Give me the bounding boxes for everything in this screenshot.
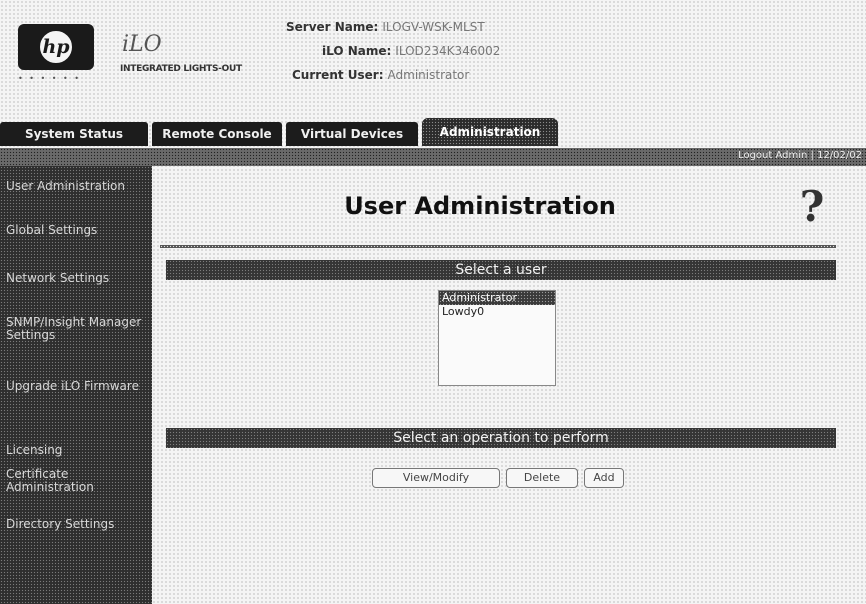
current-user-line: Current User: Administrator <box>292 68 469 82</box>
sidebar: User Administration Global Settings Netw… <box>0 166 152 604</box>
tab-administration[interactable]: Administration <box>422 118 558 146</box>
ilo-name-label: iLO Name: <box>322 44 392 58</box>
sidebar-item-snmp-settings[interactable]: SNMP/Insight Manager Settings <box>6 316 150 342</box>
sidebar-item-certificate-administration[interactable]: Certificate Administration <box>6 468 150 494</box>
delete-button[interactable]: Delete <box>506 468 578 488</box>
main-tabs: System Status Remote Console Virtual Dev… <box>0 118 866 150</box>
sidebar-item-global-settings[interactable]: Global Settings <box>6 224 150 237</box>
header: hp • • • • • • iLO INTEGRATED LIGHTS-OUT… <box>0 0 866 118</box>
tab-strip <box>0 148 866 166</box>
tab-remote-console[interactable]: Remote Console <box>152 122 282 146</box>
server-name-value: ILOGV-WSK-MLST <box>382 20 485 34</box>
current-user-value: Administrator <box>387 68 470 82</box>
view-modify-button[interactable]: View/Modify <box>372 468 500 488</box>
tab-system-status[interactable]: System Status <box>0 122 148 146</box>
ilo-logo: iLO <box>122 32 162 57</box>
sidebar-item-network-settings[interactable]: Network Settings <box>6 272 150 285</box>
ilo-name-line: iLO Name: ILOD234K346002 <box>322 44 500 58</box>
main-content: User Administration ? Select a user Admi… <box>160 166 866 604</box>
hp-logo-dots: • • • • • • <box>18 74 82 83</box>
server-name-line: Server Name: ILOGV-WSK-MLST <box>286 20 485 34</box>
current-user-label: Current User: <box>292 68 384 82</box>
sidebar-item-upgrade-firmware[interactable]: Upgrade iLO Firmware <box>6 380 150 393</box>
sidebar-item-user-administration[interactable]: User Administration <box>6 180 150 193</box>
user-listbox[interactable]: Administrator Lowdy0 <box>438 290 556 386</box>
server-name-label: Server Name: <box>286 20 379 34</box>
logout-link[interactable]: Logout Admin | 12/02/02 <box>738 150 862 161</box>
user-list-item[interactable]: Lowdy0 <box>439 305 555 319</box>
select-operation-header: Select an operation to perform <box>166 428 836 448</box>
tab-virtual-devices[interactable]: Virtual Devices <box>286 122 418 146</box>
title-divider <box>160 245 836 248</box>
sidebar-item-directory-settings[interactable]: Directory Settings <box>6 518 150 531</box>
add-button[interactable]: Add <box>584 468 624 488</box>
ilo-subtitle: INTEGRATED LIGHTS-OUT <box>120 64 242 74</box>
help-icon[interactable]: ? <box>792 182 832 232</box>
user-list-item[interactable]: Administrator <box>439 291 555 305</box>
hp-logo-mark: hp <box>38 29 74 65</box>
select-user-header: Select a user <box>166 260 836 280</box>
ilo-name-value: ILOD234K346002 <box>395 44 501 58</box>
page-title: User Administration <box>344 192 616 220</box>
hp-logo: hp • • • • • • <box>18 24 94 83</box>
sidebar-item-licensing[interactable]: Licensing <box>6 444 150 457</box>
